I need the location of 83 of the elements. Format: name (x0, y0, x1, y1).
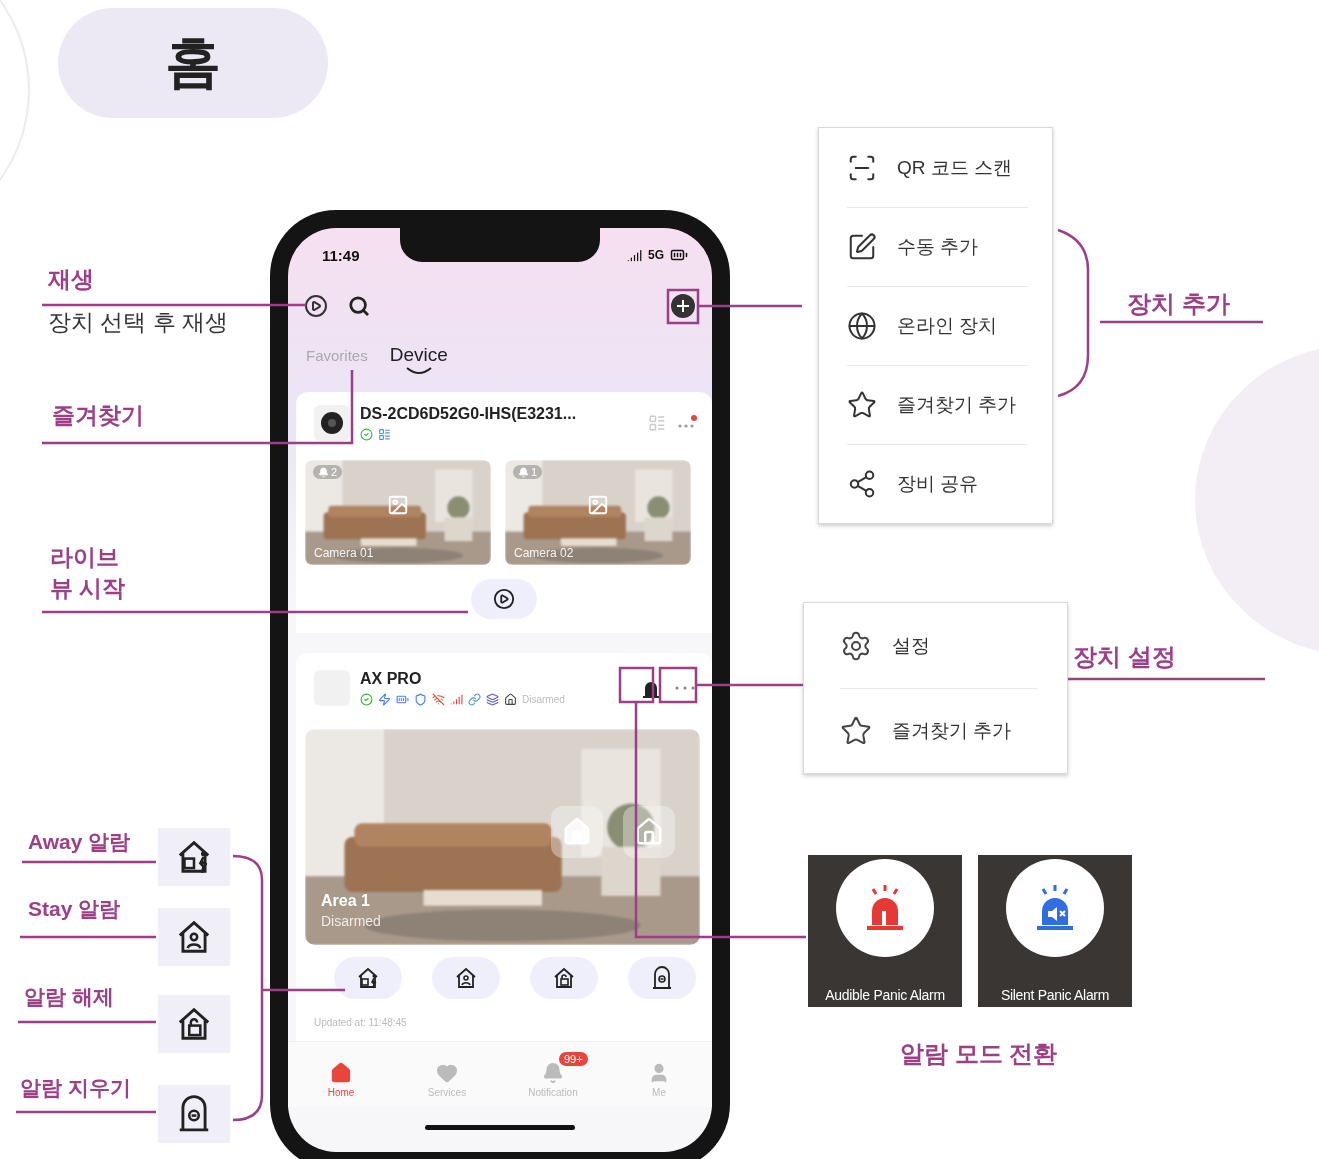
area-status: Disarmed (321, 913, 381, 929)
globe-icon (847, 311, 877, 341)
live-view-button[interactable] (471, 579, 537, 619)
menu-item[interactable]: 온라인 장치 (847, 286, 1028, 365)
annotation-label: 즐겨찾기 (52, 401, 144, 430)
alert-count: 2 (313, 465, 343, 479)
annotation-label: Away 알람 (28, 829, 131, 855)
device-name: DS-2CD6D52G0-IHS(E3231... (360, 405, 578, 423)
panic-mode-label: Audible Panic Alarm (825, 987, 945, 1003)
bell-icon (318, 466, 329, 478)
highlight-frame (618, 666, 655, 704)
status-time: 11:49 (322, 246, 360, 264)
annotation-label: 알람 지우기 (20, 1075, 131, 1101)
menu-item[interactable]: 즐겨찾기 추가 (847, 365, 1028, 444)
network-type: 5G (648, 248, 664, 262)
annotation-text: 장치 선택 후 재생 (48, 308, 229, 338)
highlight-frame (666, 288, 700, 325)
star-icon (840, 715, 872, 747)
search-icon[interactable] (348, 295, 370, 317)
image-icon (387, 494, 409, 517)
star-icon (847, 390, 877, 420)
alarm-mode-button[interactable] (334, 957, 402, 999)
play-icon (493, 588, 515, 610)
bolt-icon (378, 693, 391, 706)
menu-item[interactable]: 설정 (840, 603, 1037, 688)
layers-icon (486, 693, 499, 706)
bell-icon (518, 466, 529, 478)
annotation-label: 재생 (48, 265, 95, 294)
add-icon[interactable] (670, 293, 696, 319)
house-person-walking-icon (356, 966, 380, 990)
tab[interactable]: Device (389, 344, 448, 376)
camera-preview[interactable]: 2 Camera 01 (305, 460, 491, 565)
house-person-icon (454, 966, 478, 990)
home-icon (634, 817, 664, 847)
updated-time: Updated at: 11:48:45 (296, 1011, 712, 1041)
nav-item[interactable]: Notification 99+ (507, 1051, 599, 1098)
bell-icon (542, 1061, 564, 1084)
alert-count: 1 (513, 465, 543, 479)
page-title: 홈 (58, 8, 328, 118)
annotation-label: 장치 추가 (1127, 289, 1230, 319)
house-lock-icon (552, 966, 576, 990)
menu-item[interactable]: 장비 공유 (847, 444, 1028, 523)
camera-icon (320, 411, 344, 435)
away-button[interactable] (623, 806, 675, 858)
home-icon (330, 1061, 352, 1084)
camera-preview[interactable]: 1 Camera 02 (505, 460, 691, 565)
highlight-frame (658, 666, 698, 704)
annotation-label: 알람 모드 전환 (900, 1039, 1058, 1069)
house-minus-icon (650, 966, 674, 990)
nav-item[interactable]: Home (295, 1051, 387, 1098)
menu-item[interactable]: QR 코드 스캔 (847, 128, 1028, 207)
check-icon (360, 693, 373, 706)
annotation-label: 장치 설정 (1073, 642, 1176, 672)
annotation-label: Stay 알람 (28, 896, 121, 922)
camera-name: Camera 02 (514, 546, 574, 560)
signal-icon (627, 247, 642, 263)
share-icon (847, 469, 877, 499)
home-icon (504, 693, 517, 706)
device-status: Disarmed (522, 694, 565, 705)
panic-mode-label: Silent Panic Alarm (1000, 987, 1110, 1003)
camera-name: Camera 01 (314, 546, 374, 560)
notification-badge: 99+ (559, 1051, 588, 1066)
image-icon (587, 494, 609, 517)
battery-icon (396, 693, 409, 706)
alarm-mode-button[interactable] (530, 957, 598, 999)
edit-icon (847, 232, 877, 262)
alarm-mode-button[interactable] (432, 957, 500, 999)
settings-icon (840, 629, 872, 662)
check-icon (360, 428, 373, 441)
play-icon[interactable] (304, 294, 328, 318)
device-name: AX PRO (360, 670, 423, 688)
annotation-label: 라이브 뷰 시작 (50, 543, 127, 604)
area-name: Area 1 (321, 892, 371, 910)
wifi-off-icon (432, 693, 445, 706)
menu-item[interactable]: 수동 추가 (847, 207, 1028, 286)
annotation-label: 알람 해제 (24, 984, 114, 1010)
panic-mode-card[interactable]: Silent Panic Alarm (978, 855, 1132, 1007)
signal-icon (450, 693, 463, 706)
panic-mode-card[interactable]: Audible Panic Alarm (808, 855, 962, 1007)
shield-icon (414, 693, 427, 706)
link-icon (468, 693, 481, 706)
menu-item[interactable]: 즐겨찾기 추가 (840, 688, 1037, 773)
alarm-mode-button[interactable] (628, 957, 696, 999)
